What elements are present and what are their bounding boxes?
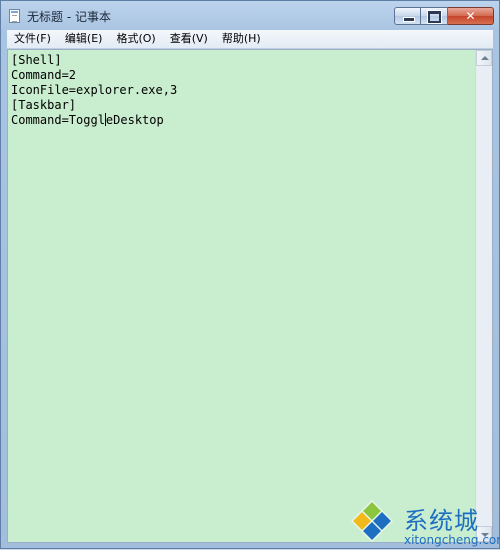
- watermark-name: 系统城: [404, 507, 479, 535]
- maximize-icon: [428, 11, 441, 23]
- window-controls: ✕: [394, 7, 494, 26]
- notepad-window: 无标题 - 记事本 ✕ 文件(F) 编辑(E) 格式(O) 查看(V) 帮助(H…: [0, 0, 500, 549]
- scroll-up-arrow-icon: [481, 56, 489, 60]
- scroll-up-button[interactable]: [476, 50, 492, 66]
- minimize-icon: [403, 17, 415, 22]
- menu-view[interactable]: 查看(V): [163, 30, 215, 48]
- title-bar[interactable]: 无标题 - 记事本 ✕: [1, 1, 499, 30]
- editor-line: Command=2: [11, 68, 77, 82]
- editor-line-after-caret: eDesktop: [105, 113, 164, 127]
- menu-file[interactable]: 文件(F): [7, 30, 58, 48]
- menu-edit[interactable]: 编辑(E): [58, 30, 110, 48]
- menu-help[interactable]: 帮助(H): [215, 30, 268, 48]
- window-title: 无标题 - 记事本: [27, 10, 111, 24]
- editor-line: [Shell]: [11, 53, 62, 67]
- diamond-logo-icon: [351, 500, 393, 542]
- editor-content[interactable]: [Shell] Command=2 IconFile=explorer.exe,…: [11, 53, 177, 128]
- editor-line: [Taskbar]: [11, 98, 77, 112]
- vertical-scrollbar[interactable]: [475, 50, 492, 542]
- watermark: 系统城 xitongcheng.com: [344, 491, 500, 550]
- text-editor-area[interactable]: [Shell] Command=2 IconFile=explorer.exe,…: [7, 49, 493, 543]
- maximize-button[interactable]: [421, 7, 448, 25]
- watermark-url: xitongcheng.com: [404, 533, 500, 547]
- menu-format[interactable]: 格式(O): [109, 30, 162, 48]
- menu-bar: 文件(F) 编辑(E) 格式(O) 查看(V) 帮助(H): [7, 30, 493, 49]
- editor-line: IconFile=explorer.exe,3: [11, 83, 178, 97]
- editor-line-before-caret: Command=Toggl: [11, 113, 105, 127]
- minimize-button[interactable]: [394, 7, 421, 25]
- close-icon: ✕: [465, 9, 476, 23]
- close-button[interactable]: ✕: [448, 7, 494, 25]
- notepad-icon[interactable]: [9, 9, 20, 23]
